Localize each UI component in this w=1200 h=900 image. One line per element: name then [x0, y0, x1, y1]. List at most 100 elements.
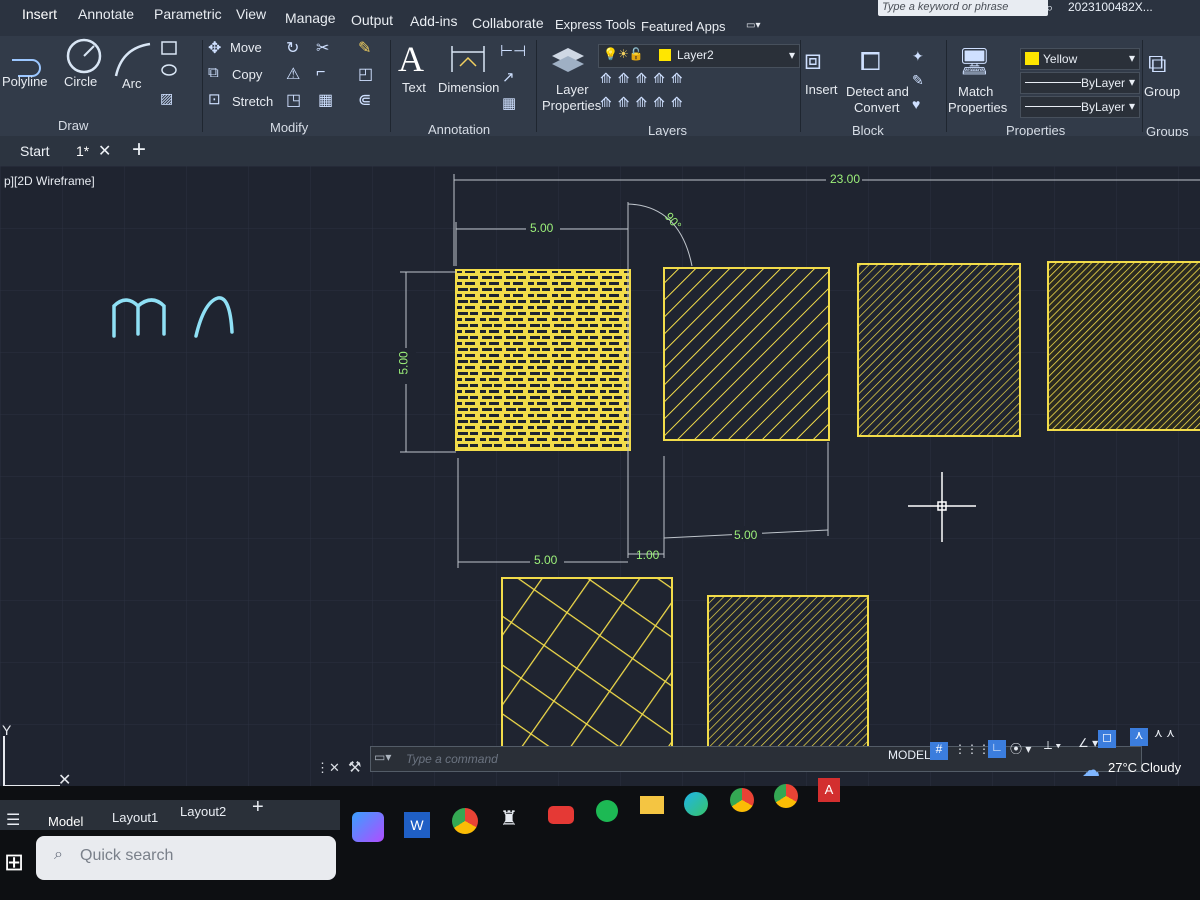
tab-addins[interactable]: Add-ins — [410, 13, 457, 29]
taskbar-search-input[interactable]: ⌕ Quick search — [36, 836, 336, 880]
chrome-icon[interactable] — [452, 808, 478, 834]
weather-widget[interactable]: 27°C Cloudy — [1108, 760, 1181, 775]
layer-tools-row1-icon[interactable]: ⟰⟰⟰⟰⟰ — [600, 70, 689, 87]
lineweight-value: ByLayer — [1080, 100, 1125, 114]
selection-cycling-icon[interactable]: ◻ — [1098, 730, 1116, 748]
linetype-preview — [1025, 82, 1081, 83]
polyline-button[interactable]: Polyline — [2, 74, 48, 89]
block-tool-icon[interactable]: ✦ — [912, 48, 924, 65]
draw-panel-label[interactable]: Draw — [58, 118, 88, 133]
fine-hatch-square — [857, 263, 1021, 437]
array-icon[interactable]: ▦ — [318, 90, 333, 110]
ucs-y-label: Y — [2, 722, 12, 738]
tab-view[interactable]: View — [236, 6, 266, 22]
chrome-profile-2-icon[interactable] — [774, 784, 798, 808]
insert-button[interactable]: Insert — [805, 82, 838, 97]
app-icon[interactable]: ♜ — [500, 806, 518, 831]
customize-icon[interactable]: ⚒ — [348, 758, 361, 776]
separator — [536, 40, 537, 132]
edge-icon[interactable] — [684, 792, 708, 816]
close-tab-icon[interactable]: ✕ — [98, 141, 111, 161]
user-account[interactable]: 2023100482X... — [1068, 0, 1153, 14]
tab-featured-apps[interactable]: Featured Apps — [641, 19, 726, 34]
windows-start-icon[interactable]: ⊞ — [4, 848, 24, 877]
tab-start[interactable]: Start — [20, 143, 50, 159]
match-properties-label-1[interactable]: Match — [958, 84, 993, 99]
command-history-icon[interactable]: ▭▾ — [374, 750, 391, 764]
more-tabs-icon[interactable]: ▭▾ — [746, 20, 760, 31]
osnap-icon[interactable]: ⟂ ▾ — [1044, 738, 1061, 753]
layout-tab-model[interactable]: Model — [48, 814, 83, 829]
spotify-icon[interactable] — [596, 800, 618, 822]
autocad-icon[interactable]: A — [818, 778, 840, 802]
offset-icon[interactable]: ⋐ — [358, 90, 371, 110]
layer-tools-row2-icon[interactable]: ⟰⟰⟰⟰⟰ — [600, 94, 689, 111]
youtube-icon[interactable] — [548, 806, 574, 824]
chrome-profile-icon[interactable] — [730, 788, 754, 812]
modify-panel-label[interactable]: Modify — [270, 120, 308, 135]
detect-convert-label-1[interactable]: Detect and — [846, 84, 909, 99]
separator — [390, 40, 391, 132]
trim-icon[interactable]: ✂ — [316, 38, 329, 58]
copy-button[interactable]: Copy — [232, 67, 262, 82]
layout-tab-layout1[interactable]: Layout1 — [112, 810, 158, 825]
linetype-dropdown[interactable]: ByLayer ▾ — [1020, 72, 1140, 94]
arc-button[interactable]: Arc — [122, 76, 142, 91]
polar-icon[interactable]: ⦿ ▾ — [1010, 740, 1031, 757]
layout-tab-layout2[interactable]: Layout2 — [180, 804, 226, 819]
text-button[interactable]: Text — [402, 80, 426, 95]
menu-icon[interactable]: ☰ — [6, 810, 20, 830]
hatch-icon[interactable]: ▨ — [160, 90, 173, 107]
lineweight-dropdown[interactable]: ByLayer ▾ — [1020, 96, 1140, 118]
erase-icon[interactable]: ✎ — [358, 38, 371, 58]
file-explorer-icon[interactable] — [640, 796, 664, 814]
linear-dim-icon[interactable]: ⊢⊣ — [500, 42, 526, 60]
annotation-panel-label[interactable]: Annotation — [428, 122, 490, 137]
mirror-icon[interactable]: ⚠ — [286, 64, 300, 84]
scale-icon[interactable]: ◳ — [286, 90, 301, 110]
circle-button[interactable]: Circle — [64, 74, 97, 89]
model-space-button[interactable]: MODEL — [888, 748, 931, 762]
annotation-scale-icon[interactable]: ⋏ — [1130, 728, 1148, 746]
tab-drawing-1[interactable]: 1* — [76, 143, 89, 159]
color-swatch — [1025, 52, 1039, 65]
tab-collaborate[interactable]: Collaborate — [472, 15, 544, 31]
tab-annotate[interactable]: Annotate — [78, 6, 134, 22]
viewport-controls[interactable]: p][2D Wireframe] — [4, 174, 95, 188]
add-layout-icon[interactable]: + — [252, 796, 264, 819]
tab-manage[interactable]: Manage — [285, 10, 336, 26]
group-button[interactable]: Group — [1144, 84, 1180, 99]
dimension-button[interactable]: Dimension — [438, 80, 499, 95]
layer-properties-label-1[interactable]: Layer — [556, 82, 589, 97]
stretch-button[interactable]: Stretch — [232, 94, 273, 109]
grid-toggle-icon[interactable]: # — [930, 742, 948, 760]
copilot-icon[interactable] — [352, 812, 384, 842]
annotation-visibility-icon[interactable]: ⋏ ⋏ — [1154, 726, 1175, 740]
match-properties-label-2[interactable]: Properties — [948, 100, 1007, 115]
layer-properties-label-2[interactable]: Properties — [542, 98, 601, 113]
tab-express-tools[interactable]: Express Tools — [555, 17, 636, 32]
dim-left: 5.00 — [396, 351, 411, 375]
search-icon[interactable]: ⌕ — [1046, 0, 1053, 16]
block-attr-icon[interactable]: ♥ — [912, 96, 920, 112]
rotate-icon[interactable]: ↻ — [286, 38, 299, 58]
table-icon[interactable]: ▦ — [502, 94, 516, 112]
help-search-input[interactable]: Type a keyword or phrase — [878, 0, 1048, 16]
word-icon[interactable]: W — [404, 812, 430, 838]
detect-convert-label-2[interactable]: Convert — [854, 100, 900, 115]
new-tab-icon[interactable]: + — [132, 136, 146, 164]
explode-icon[interactable]: ◰ — [358, 64, 373, 84]
leader-icon[interactable]: ↗ — [502, 68, 515, 86]
tab-output[interactable]: Output — [351, 12, 393, 28]
layout-tab-bar: ☰ Model Layout1 Layout2 + — [0, 796, 340, 830]
command-close-icon[interactable]: ⋮✕ — [316, 760, 340, 776]
tab-parametric[interactable]: Parametric — [154, 6, 222, 22]
move-button[interactable]: Move — [230, 40, 262, 55]
color-dropdown[interactable]: Yellow ▾ — [1020, 48, 1140, 70]
layer-dropdown[interactable]: 💡☀🔓 Layer2 ▾ — [598, 44, 800, 68]
ortho-icon[interactable]: ∟ — [988, 740, 1006, 758]
fillet-icon[interactable]: ⌐ — [316, 64, 325, 82]
tab-insert[interactable]: Insert — [22, 6, 57, 22]
block-edit-icon[interactable]: ✎ — [912, 72, 924, 89]
otrack-icon[interactable]: ∠ ▾ — [1078, 736, 1098, 750]
